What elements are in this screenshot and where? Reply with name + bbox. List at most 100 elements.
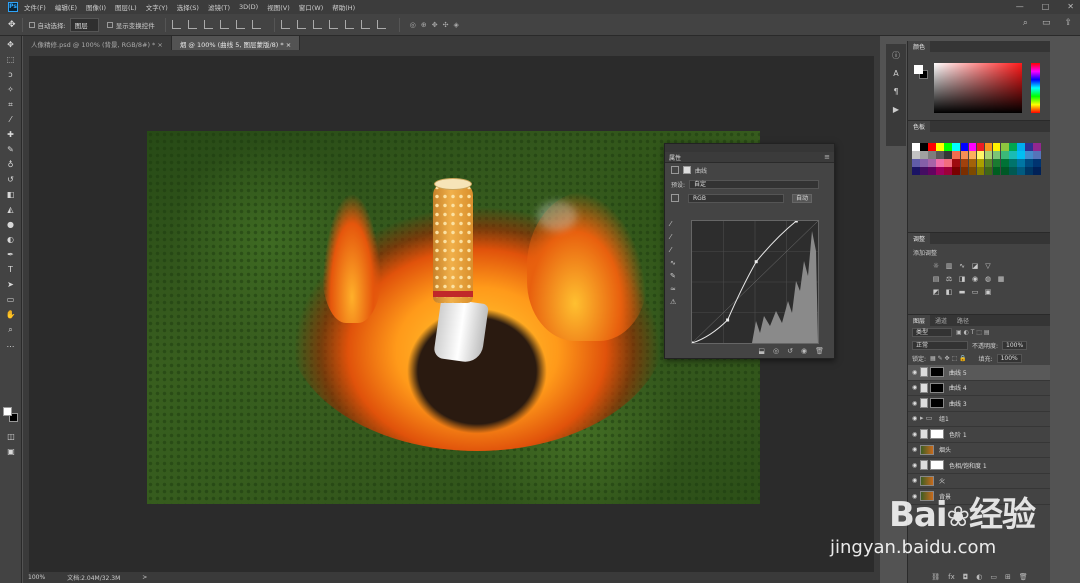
color-swatch[interactable] (960, 151, 969, 159)
tab-close-icon[interactable]: × (286, 41, 291, 49)
color-swatch[interactable] (984, 143, 993, 151)
blend-mode-dropdown[interactable]: 正常 (912, 341, 968, 350)
color-swatch[interactable] (936, 159, 944, 167)
adjustment-thumbnail[interactable] (920, 398, 928, 409)
tab-layers[interactable]: 图层 (908, 315, 931, 326)
adjustment-thumbnail[interactable] (920, 367, 928, 378)
info-icon[interactable]: ⓘ (890, 50, 902, 62)
color-swatch[interactable] (1033, 167, 1041, 175)
color-swatch[interactable] (984, 159, 993, 167)
align-right-icon[interactable] (251, 20, 261, 29)
eyedropper-tool-icon[interactable]: ⁄ (5, 114, 17, 126)
color-swatch[interactable] (952, 143, 960, 151)
foreground-color-mini[interactable] (914, 65, 923, 74)
color-swatch[interactable] (944, 159, 952, 167)
align-vcenter-icon[interactable] (187, 20, 197, 29)
align-top-icon[interactable] (171, 20, 181, 29)
maximize-button[interactable]: □ (1042, 2, 1050, 11)
clipping-warning-icon[interactable]: ⚠ (670, 298, 678, 306)
color-swatch[interactable] (1001, 167, 1009, 175)
tab-smoke[interactable]: 烟 @ 100% (曲线 5, 图层蒙版/8) * × (171, 36, 301, 50)
color-swatch[interactable] (936, 167, 944, 175)
minimize-button[interactable]: — (1016, 2, 1024, 11)
layer-thumbnail[interactable] (930, 382, 944, 393)
color-swatch[interactable] (920, 143, 928, 151)
color-swatch[interactable] (1033, 159, 1041, 167)
hue-saturation-icon[interactable]: ▤ (932, 275, 940, 283)
align-bottom-icon[interactable] (203, 20, 213, 29)
color-swatch[interactable] (1025, 151, 1033, 159)
path-select-tool-icon[interactable]: ➤ (5, 279, 17, 291)
canvas-scrollbar[interactable] (874, 50, 880, 572)
layer-row[interactable]: ◉ 曲线 5 (908, 365, 1051, 381)
3d-mode-icons[interactable]: ◎⊕✥✣◈ (410, 21, 464, 29)
view-previous-icon[interactable]: ◎ (773, 347, 779, 356)
auto-select-checkbox[interactable] (28, 21, 35, 28)
history-brush-tool-icon[interactable]: ↺ (5, 174, 17, 186)
color-swatch[interactable] (960, 167, 969, 175)
menu-image[interactable]: 图像(I) (86, 2, 106, 12)
vibrance-icon[interactable]: ▽ (984, 262, 992, 270)
curve-control-point[interactable] (726, 318, 730, 322)
channel-dropdown[interactable]: RGB (688, 193, 784, 203)
smooth-curve-icon[interactable]: ≈ (670, 285, 678, 293)
curve-control-point[interactable] (754, 260, 758, 264)
black-white-icon[interactable]: ◨ (958, 275, 966, 283)
lasso-tool-icon[interactable]: ↄ (5, 69, 17, 81)
color-swatch[interactable] (968, 151, 977, 159)
status-menu-arrow[interactable]: > (142, 574, 147, 581)
preset-dropdown[interactable]: 自定 (689, 179, 820, 189)
auto-select-dropdown[interactable]: 图层 (69, 17, 99, 32)
color-swatch[interactable] (912, 143, 920, 151)
marquee-tool-icon[interactable]: ⬚ (5, 54, 17, 66)
eraser-tool-icon[interactable]: ◧ (5, 189, 17, 201)
layer-visibility-eye-icon[interactable]: ◉ (912, 462, 920, 469)
layer-visibility-eye-icon[interactable]: ◉ (912, 477, 920, 484)
color-swatch[interactable] (952, 159, 960, 167)
distribute-left-icon[interactable] (328, 20, 338, 29)
color-swatch[interactable] (1001, 159, 1009, 167)
blur-tool-icon[interactable]: ● (5, 219, 17, 231)
curve-svg[interactable] (690, 219, 819, 345)
target-adjust-icon[interactable] (671, 194, 679, 202)
paragraph-icon[interactable]: ¶ (890, 86, 902, 98)
color-swatch[interactable] (1017, 151, 1025, 159)
tab-swatches[interactable]: 色板 (908, 121, 931, 132)
type-tool-icon[interactable]: T (5, 264, 17, 276)
properties-panel-grip[interactable] (665, 144, 834, 152)
curve-point-icon[interactable]: ∿ (670, 259, 678, 267)
character-icon[interactable]: A (890, 68, 902, 80)
posterize-icon[interactable]: ◧ (945, 288, 953, 296)
layer-filter-dropdown[interactable]: 类型 (912, 328, 952, 337)
distribute-top-icon[interactable] (280, 20, 290, 29)
magic-wand-tool-icon[interactable]: ✧ (5, 84, 17, 96)
layer-thumbnail[interactable] (920, 475, 934, 486)
color-swatch[interactable] (944, 143, 952, 151)
color-swatch[interactable] (912, 159, 920, 167)
gradient-map-icon[interactable]: ▭ (971, 288, 979, 296)
layer-row[interactable]: ◉ 色阶 1 (908, 427, 1051, 443)
curve-pencil-icon[interactable]: ✎ (670, 272, 678, 280)
menu-window[interactable]: 窗口(W) (299, 2, 324, 12)
menu-help[interactable]: 帮助(H) (332, 2, 355, 12)
actions-icon[interactable]: ▶ (890, 104, 902, 116)
color-swatch[interactable] (1025, 143, 1033, 151)
delete-layer-icon[interactable]: 🗑 (1019, 573, 1028, 581)
color-swatch[interactable] (976, 143, 985, 151)
new-layer-icon[interactable]: ⊞ (1005, 573, 1011, 581)
bucket-tool-icon[interactable]: ◭ (5, 204, 17, 216)
reset-icon[interactable]: ↺ (787, 347, 793, 356)
distribute-hcenter-icon[interactable] (344, 20, 354, 29)
color-swatch[interactable] (928, 143, 936, 151)
color-swatch[interactable] (1033, 151, 1041, 159)
auto-align-icon[interactable] (376, 20, 386, 29)
color-swatch[interactable] (1033, 143, 1041, 151)
color-swatch[interactable] (928, 159, 936, 167)
selective-color-icon[interactable]: ▣ (984, 288, 992, 296)
tab-adjustments[interactable]: 调整 (908, 233, 931, 244)
workspace-icon[interactable]: ▭ (1042, 18, 1051, 28)
channel-mixer-icon[interactable]: ◍ (984, 275, 992, 283)
menu-layer[interactable]: 图层(L) (115, 2, 137, 12)
color-swatch[interactable] (976, 159, 985, 167)
color-swatch[interactable] (992, 151, 1001, 159)
